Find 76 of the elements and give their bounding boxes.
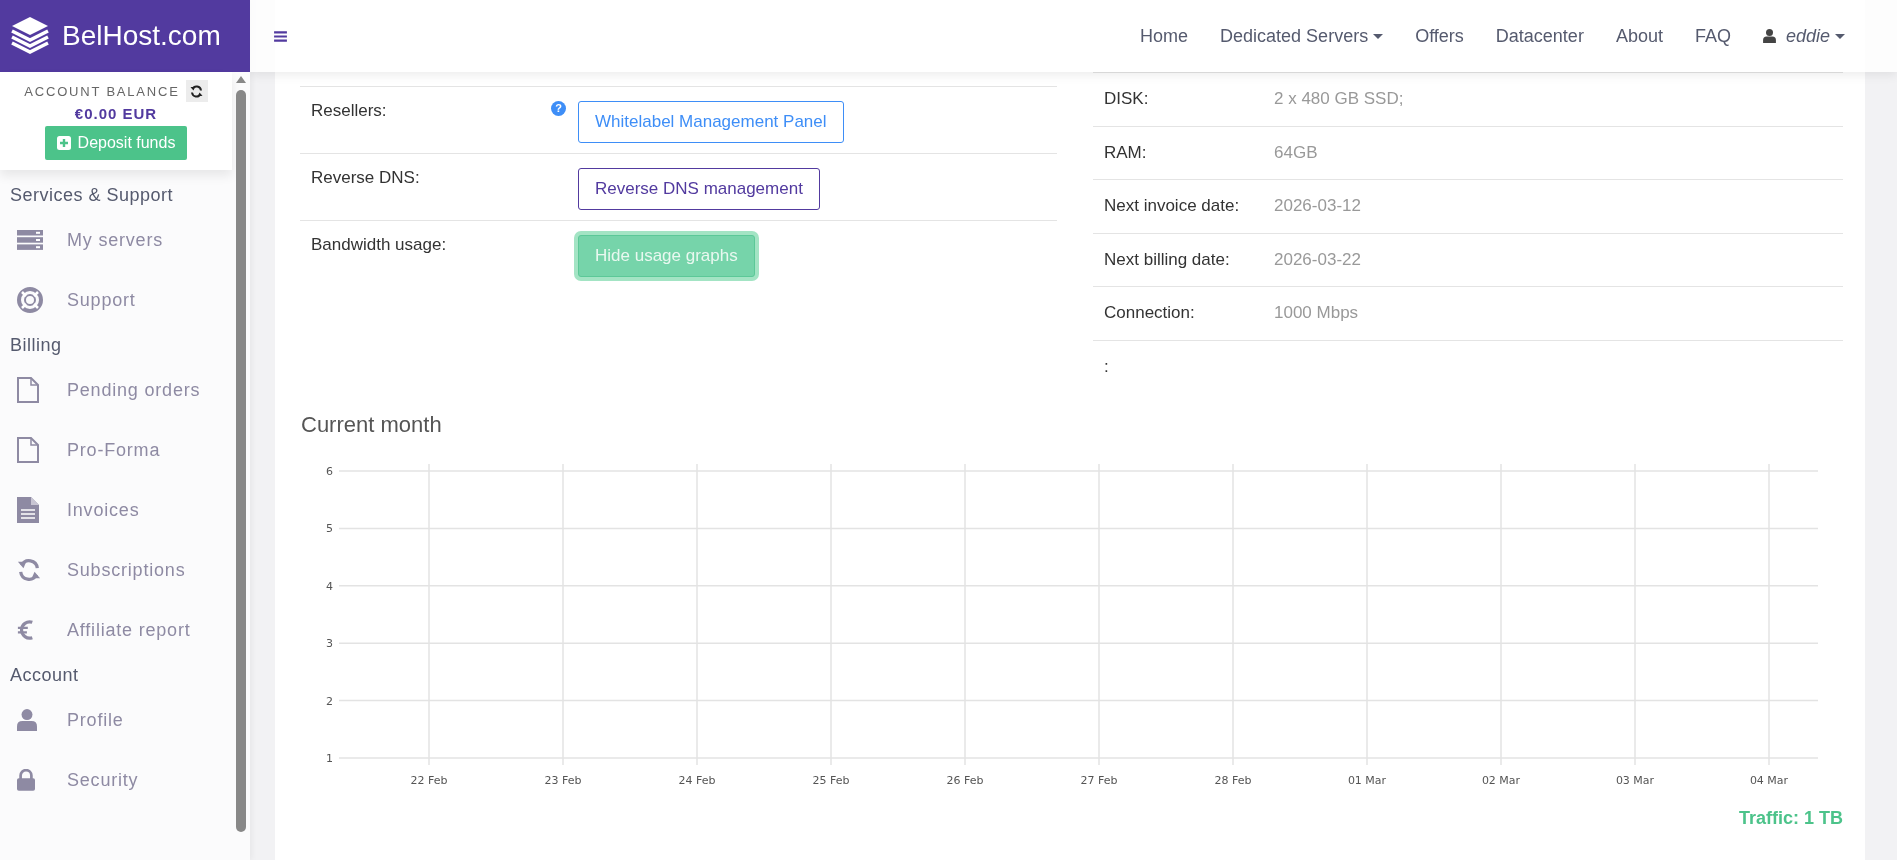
spec-value: 2 x 480 GB SSD; (1274, 89, 1404, 110)
sidebar-item[interactable]: Pending orders (10, 360, 250, 420)
refresh-icon (190, 84, 204, 98)
section-heading: Current month (300, 412, 443, 438)
x-axis-label: 28 Feb (1214, 774, 1252, 787)
plus-square-icon (56, 136, 71, 150)
spec-label: RAM: (1104, 142, 1148, 163)
spec-value: 64GB (1274, 142, 1318, 163)
x-axis-label: 26 Feb (946, 774, 984, 787)
x-axis-label: 23 Feb (544, 774, 582, 787)
sidebar-item[interactable]: Subscriptions (10, 540, 250, 600)
caret-icon (1373, 33, 1384, 39)
nav-link[interactable]: FAQ (1694, 25, 1731, 47)
spec-value: 2026-03-12 (1274, 196, 1361, 217)
field-label: Resellers: (310, 101, 388, 122)
x-axis-label: 24 Feb (678, 774, 716, 787)
y-axis-label: 2 (326, 694, 333, 708)
y-axis-label: 4 (326, 579, 333, 593)
refresh-button[interactable] (185, 80, 208, 102)
spec-label: Connection: (1104, 303, 1196, 324)
sidebar-section-title: Services & Support (10, 184, 175, 207)
x-axis-label: 01 Mar (1347, 774, 1387, 787)
file-icon (17, 437, 39, 463)
spec-label: : (1104, 357, 1110, 378)
x-axis-label: 27 Feb (1080, 774, 1118, 787)
user-icon (1762, 29, 1776, 43)
user-menu[interactable]: eddie (1762, 25, 1845, 47)
nav-link[interactable]: About (1615, 25, 1663, 47)
x-axis-label: 04 Mar (1749, 774, 1789, 787)
traffic-total: Traffic: 1 TB (1737, 808, 1843, 829)
account-balance-label: ACCOUNT BALANCE (24, 83, 180, 99)
nav-link[interactable]: Dedicated Servers (1220, 25, 1384, 47)
lifebuoy-icon (17, 287, 43, 313)
y-axis-label: 6 (326, 465, 333, 478)
stacked-layers-icon[interactable] (10, 16, 50, 56)
spec-label: DISK: (1104, 89, 1150, 110)
spec-value: 1000 Mbps (1274, 303, 1359, 324)
help-icon[interactable]: ? (551, 101, 566, 116)
y-axis-label: 5 (326, 522, 333, 536)
server-stack-icon (17, 230, 43, 250)
nav-link[interactable]: Offers (1415, 25, 1464, 47)
field-label: Reverse DNS: (310, 168, 421, 189)
sidebar-item[interactable]: My servers (10, 210, 250, 270)
sidebar-item[interactable]: Profile (10, 690, 250, 750)
lock-icon (17, 769, 35, 791)
user-icon (17, 709, 37, 731)
sidebar-item[interactable]: Affiliate report (10, 600, 250, 660)
sidebar-item[interactable]: Pro-Forma (10, 420, 250, 480)
spec-value: 2026-03-22 (1274, 249, 1361, 270)
y-axis-label: 3 (326, 637, 333, 651)
field-label: Bandwidth usage: (310, 235, 448, 256)
balance-amount: €0.00 EUR (74, 105, 158, 122)
file-icon (17, 377, 39, 403)
x-axis-label: 22 Feb (410, 774, 448, 787)
sidebar-section-title: Account (10, 664, 80, 687)
euro-icon (17, 619, 35, 641)
scrollbar-thumb[interactable] (236, 90, 246, 832)
sidebar-item[interactable]: Invoices (10, 480, 250, 540)
action-button[interactable]: Reverse DNS management (578, 168, 820, 210)
x-axis-label: 02 Mar (1481, 774, 1521, 787)
refresh-icon (17, 558, 41, 582)
x-axis-label: 03 Mar (1615, 774, 1655, 787)
sidebar-section-title: Billing (10, 334, 63, 357)
deposit-button[interactable]: Deposit funds (44, 126, 188, 160)
nav-link[interactable]: Home (1140, 25, 1189, 47)
caret-icon (1835, 33, 1845, 39)
brand-name[interactable]: BelHost.com (62, 20, 221, 52)
sidebar-item[interactable]: Support (10, 270, 250, 330)
nav-link[interactable]: Datacenter (1495, 25, 1584, 47)
y-axis-label: 1 (326, 752, 333, 765)
x-axis-label: 25 Feb (812, 774, 850, 787)
spec-label: Next invoice date: (1104, 196, 1241, 217)
document-icon (17, 497, 39, 523)
spec-label: Next billing date: (1104, 249, 1231, 270)
sidebar-item[interactable]: Security (10, 750, 250, 810)
action-button[interactable]: Whitelabel Management Panel (578, 101, 844, 143)
